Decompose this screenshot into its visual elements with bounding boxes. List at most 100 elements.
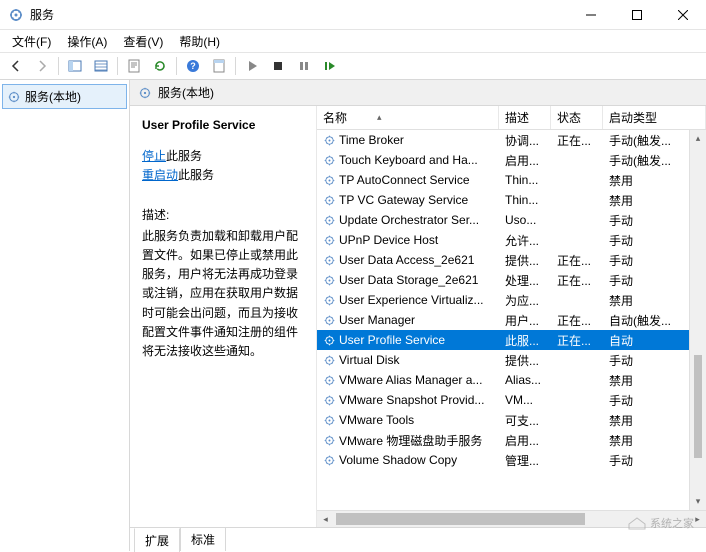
properties-sheet-button[interactable] (207, 55, 231, 77)
service-startup-cell: 自动 (603, 332, 689, 349)
service-status-cell: 正在... (551, 132, 603, 149)
service-row[interactable]: Time Broker协调...正在...手动(触发... (317, 130, 689, 150)
column-startup[interactable]: 启动类型 (603, 106, 706, 129)
menu-action[interactable]: 操作(A) (61, 31, 113, 52)
service-row[interactable]: Volume Shadow Copy管理...手动 (317, 450, 689, 470)
export-list-button[interactable] (89, 55, 113, 77)
service-startup-cell: 手动(触发... (603, 152, 689, 169)
scroll-thumb[interactable] (694, 355, 702, 459)
service-name-cell: VMware 物理磁盘助手服务 (317, 432, 499, 449)
nav-local-services[interactable]: 服务(本地) (2, 84, 127, 109)
properties-button[interactable] (122, 55, 146, 77)
nav-local-services-label: 服务(本地) (25, 88, 81, 105)
restart-service-line: 重启动此服务 (142, 166, 304, 185)
service-desc-cell: 可支... (499, 412, 551, 429)
service-desc-cell: 此服... (499, 332, 551, 349)
services-list[interactable]: Time Broker协调...正在...手动(触发...Touch Keybo… (317, 130, 689, 510)
help-button[interactable]: ? (181, 55, 205, 77)
scroll-left-arrow[interactable]: ◂ (317, 511, 334, 527)
service-row[interactable]: TP AutoConnect ServiceThin...禁用 (317, 170, 689, 190)
service-desc-cell: 提供... (499, 252, 551, 269)
titlebar: 服务 (0, 0, 706, 30)
forward-button[interactable] (30, 55, 54, 77)
column-name[interactable]: 名称 (317, 106, 499, 129)
service-name-cell: VMware Snapshot Provid... (317, 393, 499, 407)
service-name-cell: VMware Tools (317, 413, 499, 427)
maximize-button[interactable] (614, 0, 660, 30)
service-desc-cell: Thin... (499, 193, 551, 207)
service-row[interactable]: VMware Alias Manager a...Alias...禁用 (317, 370, 689, 390)
service-status-cell: 正在... (551, 332, 603, 349)
service-desc-cell: 启用... (499, 152, 551, 169)
service-startup-cell: 禁用 (603, 192, 689, 209)
menu-file[interactable]: 文件(F) (6, 31, 57, 52)
bottom-tabs: 扩展 标准 (130, 527, 706, 551)
refresh-button[interactable] (148, 55, 172, 77)
service-row[interactable]: User Profile Service此服...正在...自动 (317, 330, 689, 350)
stop-service-button[interactable] (266, 55, 290, 77)
service-name-cell: User Profile Service (317, 333, 499, 347)
service-status-cell: 正在... (551, 272, 603, 289)
service-desc-cell: 用户... (499, 312, 551, 329)
content-header: 服务(本地) (130, 80, 706, 106)
service-desc-cell: 提供... (499, 352, 551, 369)
restart-service-button[interactable] (318, 55, 342, 77)
service-row[interactable]: User Data Storage_2e621处理...正在...手动 (317, 270, 689, 290)
service-row[interactable]: Update Orchestrator Ser...Uso...手动 (317, 210, 689, 230)
service-startup-cell: 手动 (603, 392, 689, 409)
service-row[interactable]: TP VC Gateway ServiceThin...禁用 (317, 190, 689, 210)
service-desc-cell: Thin... (499, 173, 551, 187)
service-row[interactable]: Touch Keyboard and Ha...启用...手动(触发... (317, 150, 689, 170)
service-row[interactable]: VMware Tools可支...禁用 (317, 410, 689, 430)
service-desc-cell: 允许... (499, 232, 551, 249)
close-button[interactable] (660, 0, 706, 30)
service-name-cell: User Data Storage_2e621 (317, 273, 499, 287)
service-startup-cell: 禁用 (603, 372, 689, 389)
service-row[interactable]: Virtual Disk提供...手动 (317, 350, 689, 370)
service-row[interactable]: VMware Snapshot Provid...VM... 手动 (317, 390, 689, 410)
service-name-cell: User Data Access_2e621 (317, 253, 499, 267)
description-text: 此服务负责加载和卸载用户配置文件。如果已停止或禁用此服务，用户将无法再成功登录或… (142, 227, 304, 361)
service-desc-cell: VM... (499, 393, 551, 407)
vertical-scrollbar[interactable]: ▴ ▾ (689, 130, 706, 510)
stop-service-link[interactable]: 停止 (142, 149, 166, 163)
service-row[interactable]: User Manager用户...正在...自动(触发... (317, 310, 689, 330)
svg-text:?: ? (190, 61, 196, 71)
gear-icon (138, 86, 152, 100)
menu-view[interactable]: 查看(V) (117, 31, 169, 52)
service-row[interactable]: UPnP Device Host允许...手动 (317, 230, 689, 250)
tab-extended[interactable]: 扩展 (134, 528, 180, 552)
service-name-cell: Time Broker (317, 133, 499, 147)
scroll-down-arrow[interactable]: ▾ (690, 493, 706, 510)
service-row[interactable]: User Data Access_2e621提供...正在...手动 (317, 250, 689, 270)
window-title: 服务 (30, 6, 568, 23)
menu-help[interactable]: 帮助(H) (173, 31, 226, 52)
navigation-pane: 服务(本地) (0, 80, 130, 551)
service-startup-cell: 手动 (603, 352, 689, 369)
content-pane: 服务(本地) User Profile Service 停止此服务 重启动此服务… (130, 80, 706, 551)
service-row[interactable]: VMware 物理磁盘助手服务启用...禁用 (317, 430, 689, 450)
service-startup-cell: 手动 (603, 212, 689, 229)
start-service-button[interactable] (240, 55, 264, 77)
service-startup-cell: 自动(触发... (603, 312, 689, 329)
service-startup-cell: 手动 (603, 272, 689, 289)
back-button[interactable] (4, 55, 28, 77)
service-desc-cell: 处理... (499, 272, 551, 289)
restart-service-link[interactable]: 重启动 (142, 168, 178, 182)
column-description[interactable]: 描述 (499, 106, 551, 129)
service-startup-cell: 禁用 (603, 172, 689, 189)
minimize-button[interactable] (568, 0, 614, 30)
service-name-cell: UPnP Device Host (317, 233, 499, 247)
menubar: 文件(F) 操作(A) 查看(V) 帮助(H) (0, 30, 706, 52)
service-name-cell: Volume Shadow Copy (317, 453, 499, 467)
show-hide-tree-button[interactable] (63, 55, 87, 77)
tab-standard[interactable]: 标准 (180, 527, 226, 551)
stop-service-line: 停止此服务 (142, 147, 304, 166)
scroll-up-arrow[interactable]: ▴ (690, 130, 706, 147)
pause-service-button[interactable] (292, 55, 316, 77)
hscroll-thumb[interactable] (336, 513, 585, 525)
service-row[interactable]: User Experience Virtualiz...为应...禁用 (317, 290, 689, 310)
column-status[interactable]: 状态 (551, 106, 603, 129)
service-startup-cell: 手动 (603, 452, 689, 469)
list-header: 名称 描述 状态 启动类型 (317, 106, 706, 130)
